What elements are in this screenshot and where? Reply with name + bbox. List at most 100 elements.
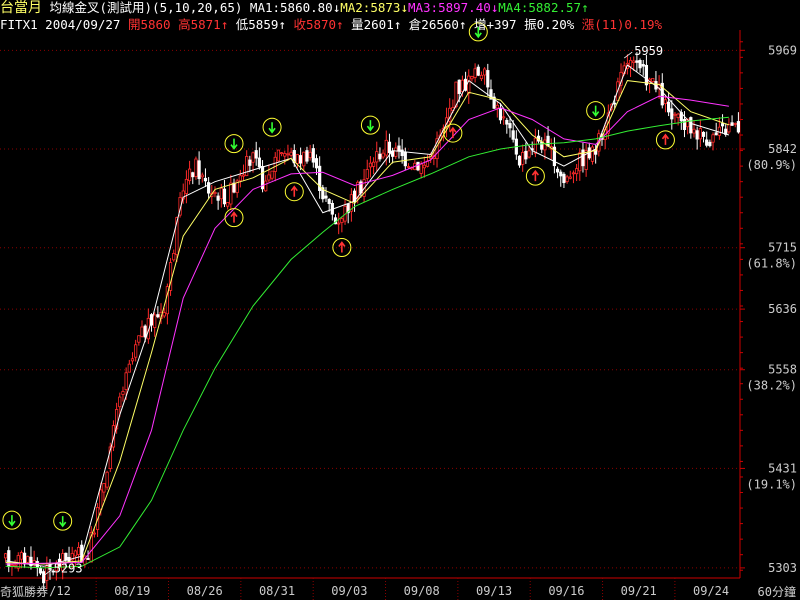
candle-body[interactable] <box>701 131 706 137</box>
candle-body[interactable] <box>248 159 252 166</box>
candle-body[interactable] <box>397 145 401 152</box>
candle-body[interactable] <box>276 149 281 162</box>
candle-body[interactable] <box>3 553 8 559</box>
candle-body[interactable] <box>13 564 17 567</box>
candle-body[interactable] <box>137 335 141 343</box>
candle-body[interactable] <box>476 66 480 76</box>
candle-body[interactable] <box>38 568 43 574</box>
candle-body[interactable] <box>232 182 236 193</box>
candle-body[interactable] <box>720 123 725 127</box>
candle-body[interactable] <box>711 134 715 143</box>
candle-body[interactable] <box>371 161 376 167</box>
candle-body[interactable] <box>581 149 585 167</box>
candle-body[interactable] <box>670 108 674 120</box>
candle-body[interactable] <box>245 156 249 177</box>
candle-body[interactable] <box>73 550 77 557</box>
candle-body[interactable] <box>140 326 144 337</box>
candle-body[interactable] <box>540 141 544 150</box>
candle-body[interactable] <box>457 79 461 94</box>
candle-body[interactable] <box>730 122 734 126</box>
candle-body[interactable] <box>368 162 373 168</box>
indicator-name[interactable]: 均線金叉(測試用)(5,10,20,65) <box>50 0 243 15</box>
candle-body[interactable] <box>222 188 227 205</box>
candle-body[interactable] <box>279 152 284 155</box>
candle-body[interactable] <box>286 153 290 156</box>
candle-body[interactable] <box>219 187 223 200</box>
candle-body[interactable] <box>191 172 195 178</box>
candle-body[interactable] <box>99 489 103 510</box>
candle-body[interactable] <box>521 151 525 165</box>
candle-body[interactable] <box>717 126 721 136</box>
candle-body[interactable] <box>324 195 328 199</box>
candle-body[interactable] <box>692 128 696 134</box>
candle-body[interactable] <box>543 139 547 151</box>
candle-body[interactable] <box>470 76 474 80</box>
candle-body[interactable] <box>403 151 407 167</box>
candle-body[interactable] <box>651 77 655 83</box>
candle-body[interactable] <box>238 175 242 182</box>
candle-body[interactable] <box>571 172 576 175</box>
candle-body[interactable] <box>200 174 204 178</box>
candle-body[interactable] <box>172 252 176 261</box>
candle-body[interactable] <box>305 150 309 162</box>
candle-body[interactable] <box>673 113 677 116</box>
candle-body[interactable] <box>184 178 189 194</box>
candle-body[interactable] <box>483 68 487 76</box>
candle-body[interactable] <box>479 74 484 80</box>
candle-body[interactable] <box>578 152 582 172</box>
candle-body[interactable] <box>337 222 341 225</box>
candle-body[interactable] <box>64 552 68 561</box>
candle-body[interactable] <box>241 174 246 177</box>
candle-body[interactable] <box>467 75 471 94</box>
candle-body[interactable] <box>400 149 404 157</box>
candle-body[interactable] <box>226 202 230 207</box>
candle-body[interactable] <box>10 564 14 567</box>
candle-body[interactable] <box>635 60 639 63</box>
candle-body[interactable] <box>102 483 106 493</box>
candle-body[interactable] <box>384 139 388 156</box>
candle-body[interactable] <box>118 396 122 408</box>
candle-body[interactable] <box>35 561 39 569</box>
candle-body[interactable] <box>257 157 261 168</box>
candle-body[interactable] <box>156 314 160 318</box>
candle-body[interactable] <box>613 102 617 105</box>
candle-body[interactable] <box>641 64 645 67</box>
candle-body[interactable] <box>714 132 718 136</box>
candle-body[interactable] <box>42 571 46 584</box>
candle-body[interactable] <box>216 195 220 201</box>
candle-body[interactable] <box>562 173 566 184</box>
candle-body[interactable] <box>340 218 344 223</box>
candle-body[interactable] <box>105 471 109 488</box>
candle-body[interactable] <box>628 59 633 67</box>
candle-body[interactable] <box>92 532 97 535</box>
candle-body[interactable] <box>311 148 315 163</box>
candle-body[interactable] <box>667 101 671 113</box>
candle-body[interactable] <box>394 147 398 157</box>
candle-body[interactable] <box>23 552 27 565</box>
candle-body[interactable] <box>229 182 233 205</box>
candle-body[interactable] <box>19 552 24 560</box>
candle-body[interactable] <box>733 122 737 125</box>
candle-body[interactable] <box>498 107 503 121</box>
candle-body[interactable] <box>676 113 680 119</box>
candle-body[interactable] <box>251 152 255 163</box>
candle-body[interactable] <box>517 155 522 166</box>
candle-body[interactable] <box>727 124 731 133</box>
candle-body[interactable] <box>419 163 423 174</box>
candle-body[interactable] <box>162 312 166 317</box>
candle-body[interactable] <box>153 314 157 328</box>
candle-body[interactable] <box>486 70 490 88</box>
candle-body[interactable] <box>270 170 274 179</box>
candle-body[interactable] <box>387 141 392 154</box>
candle-body[interactable] <box>308 151 312 159</box>
candle-body[interactable] <box>644 64 649 86</box>
candle-body[interactable] <box>495 104 499 109</box>
candle-body[interactable] <box>568 176 572 179</box>
candle-body[interactable] <box>327 198 331 204</box>
interval-label[interactable]: 60分鐘 <box>758 584 796 600</box>
contract-title[interactable]: 台當月 <box>0 0 42 16</box>
candle-body[interactable] <box>705 139 709 146</box>
candle-body[interactable] <box>365 169 369 179</box>
candle-body[interactable] <box>26 556 30 563</box>
candle-body[interactable] <box>565 176 569 183</box>
